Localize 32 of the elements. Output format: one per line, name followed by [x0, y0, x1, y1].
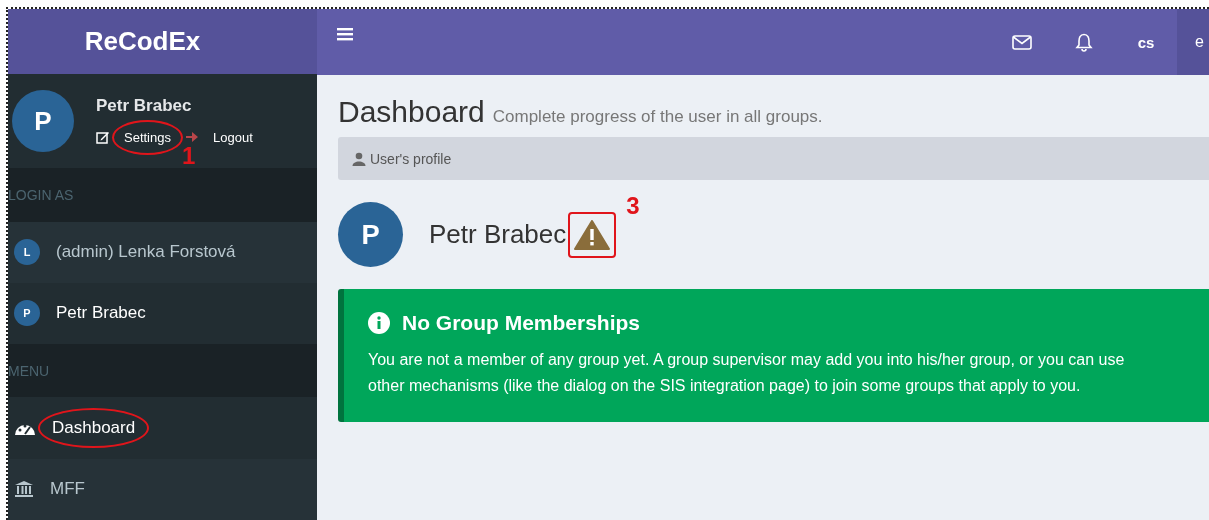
- user-name: Petr Brabec: [96, 95, 193, 116]
- info-icon: [368, 312, 390, 334]
- profile-name: Petr Brabec: [429, 219, 567, 250]
- institution-icon: [14, 480, 34, 499]
- callout-title: No Group Memberships: [402, 311, 641, 335]
- callout-text: You are not a member of any group yet. A group supervisor may add you into his/her group, or you can use other mechanisms (like the dialog on the SIS integration page) to join some groups that apply to you.: [368, 350, 1126, 396]
- sidebar-item[interactable]: MFF: [8, 458, 317, 520]
- annotation-outline: [112, 119, 183, 155]
- user-avatar: P: [338, 202, 403, 267]
- annotation-number: 3: [626, 191, 640, 220]
- user-avatar: L: [14, 239, 40, 266]
- language-link[interactable]: cs: [1115, 33, 1177, 51]
- user-avatar: P: [12, 90, 74, 153]
- annotation-outline: [568, 211, 617, 258]
- logout-icon: [185, 131, 199, 144]
- page-title: Dashboard: [338, 95, 485, 129]
- menu-icon[interactable]: [337, 27, 353, 41]
- user-icon: [352, 151, 366, 166]
- bell-icon[interactable]: [1075, 32, 1093, 52]
- sidebar-item[interactable]: L (admin) Lenka Forstová: [8, 221, 317, 283]
- brand-logo[interactable]: ReCodEx: [8, 9, 317, 75]
- settings-link[interactable]: Settings: [122, 127, 173, 147]
- edit-icon: [96, 130, 110, 145]
- language-link[interactable]: e: [1177, 9, 1209, 75]
- mail-icon[interactable]: [1012, 34, 1032, 50]
- section-header: MENU: [8, 344, 317, 398]
- annotation-number: 1: [182, 141, 196, 170]
- logout-link[interactable]: Logout: [211, 127, 255, 147]
- section-header: LOGIN AS: [8, 168, 317, 222]
- breadcrumb-item[interactable]: User's profile: [370, 150, 452, 167]
- user-avatar: P: [14, 300, 40, 327]
- page-subtitle: Complete progress of the user in all groups.: [492, 107, 823, 127]
